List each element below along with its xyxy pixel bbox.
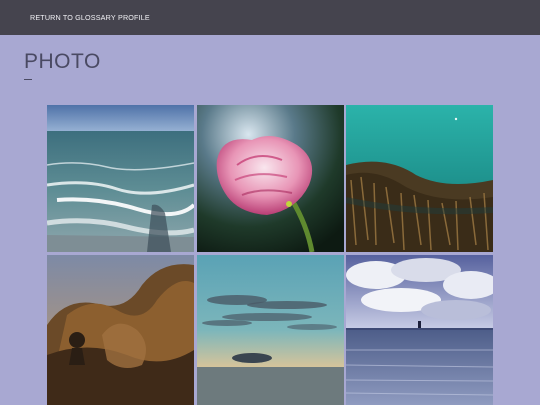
title-underline: [24, 79, 32, 80]
photo-tile-pink-tulip[interactable]: [197, 105, 344, 252]
beach-waves-image: [47, 105, 194, 252]
nav-link-profile[interactable]: PROFILE: [118, 13, 150, 22]
nav-link-return-to-glossary[interactable]: RETURN TO GLOSSARY: [30, 13, 116, 22]
cloudy-sea-horizon-image: [346, 255, 493, 405]
underwater-seaweed-image: [346, 105, 493, 252]
pink-tulip-image: [197, 105, 344, 252]
photo-tile-sunset-clouds-over-sea[interactable]: [197, 255, 344, 405]
photo-tile-underwater-seaweed[interactable]: [346, 105, 493, 252]
desert-bush-sunset-image: [47, 255, 194, 405]
photo-gallery: [47, 105, 494, 405]
photo-tile-cloudy-sea-horizon[interactable]: [346, 255, 493, 405]
photo-tile-beach-waves[interactable]: [47, 105, 194, 252]
sunset-clouds-over-sea-image: [197, 255, 344, 405]
page-title: PHOTO: [24, 50, 101, 73]
top-navigation-bar: RETURN TO GLOSSARY PROFILE: [0, 0, 540, 35]
photo-tile-desert-bush-sunset[interactable]: [47, 255, 194, 405]
